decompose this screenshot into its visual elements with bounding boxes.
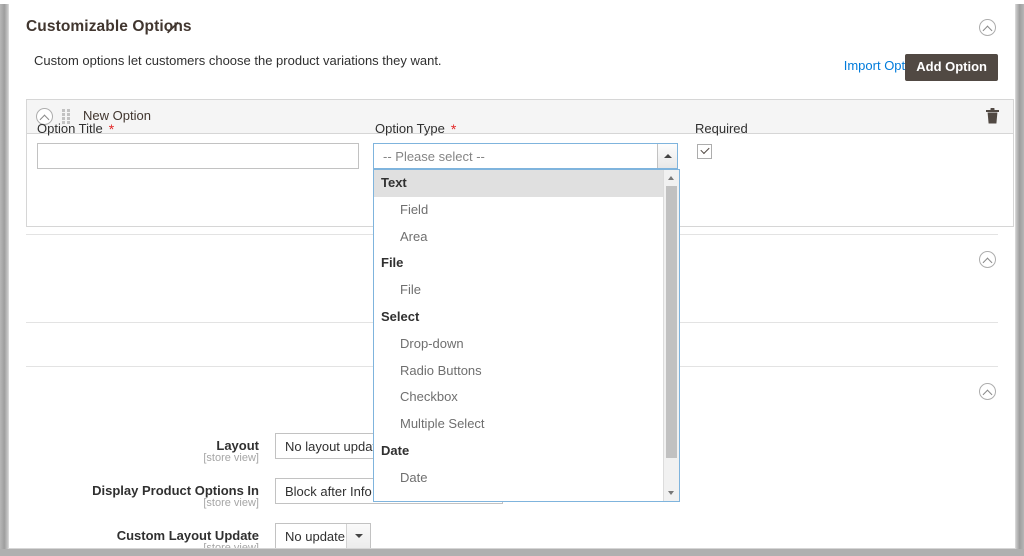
section-description: Custom options let customers choose the … [34, 53, 442, 68]
dropdown-option-drop-down[interactable]: Drop-down [374, 331, 663, 358]
option-title-label: Option Title * [37, 121, 114, 137]
custom-layout-update-label: Custom Layout Update [116, 528, 259, 543]
scrollbar-up-arrow-icon[interactable] [664, 170, 679, 185]
option-panel: New Option Option Title * Option Type * Re… [26, 99, 1014, 502]
dropdown-group-file: File [381, 255, 404, 271]
required-checkbox[interactable] [697, 144, 712, 159]
required-marker: * [450, 121, 457, 137]
collapsed-section-1-collapse-icon[interactable] [979, 251, 996, 268]
customizable-options-header: Customizable Options [9, 4, 1015, 51]
display-product-options-in-scope: [store view] [203, 497, 259, 509]
scrollbar-down-arrow-icon[interactable] [664, 486, 679, 501]
scrollbar-thumb[interactable] [666, 186, 677, 458]
required-marker: * [108, 121, 115, 137]
dropdown-group-text: Text [374, 170, 663, 197]
dropdown-scrollbar[interactable] [663, 170, 679, 501]
layout-label: Layout [216, 438, 259, 453]
custom-layout-update-scope: [store view] [203, 542, 259, 549]
browser-viewport: Customizable Options Custom options let … [0, 0, 1024, 556]
dropdown-option-file[interactable]: File [374, 277, 663, 304]
dropdown-option-radio-buttons[interactable]: Radio Buttons [374, 358, 663, 385]
window-right-edge [1016, 0, 1024, 556]
admin-content-page: Customizable Options Custom options let … [8, 4, 1016, 549]
chevron-down-icon[interactable] [346, 524, 370, 548]
trash-icon[interactable] [985, 107, 1000, 125]
option-title-label-text: Option Title [37, 121, 103, 136]
dropdown-option-area[interactable]: Area [374, 224, 663, 251]
custom-layout-update-select[interactable]: No update [275, 523, 371, 548]
window-bottom-edge [0, 549, 1024, 556]
option-type-label-text: Option Type [375, 121, 445, 136]
dropdown-option-multiple-select[interactable]: Multiple Select [374, 411, 663, 438]
dropdown-group-date: Date [381, 442, 410, 458]
custom-layout-update-value: No update [285, 529, 345, 544]
option-type-dropdown[interactable]: Text Field Area File File Select Drop-down Radi… [373, 169, 680, 502]
option-type-select[interactable]: -- Please select -- [373, 143, 678, 169]
display-product-options-in-label: Display Product Options In [92, 483, 259, 498]
section-collapse-icon[interactable] [979, 19, 996, 36]
collapsed-section-2-collapse-icon[interactable] [979, 383, 996, 400]
option-panel-header: New Option [27, 100, 1013, 134]
dropdown-group-select: Select [381, 308, 420, 324]
pencil-icon[interactable] [164, 18, 182, 36]
layout-scope: [store view] [203, 452, 259, 464]
dropdown-list: Text Field Area File File Select Drop-down Radi… [374, 170, 663, 501]
dropdown-option-date[interactable]: Date [374, 465, 663, 492]
dropdown-option-field[interactable]: Field [374, 197, 663, 224]
option-type-selected-value: -- Please select -- [383, 149, 485, 164]
chevron-up-icon[interactable] [657, 144, 677, 168]
required-label: Required [695, 121, 748, 136]
option-title-input[interactable] [37, 143, 359, 169]
option-type-select-wrapper: -- Please select -- Text Field Area File Fil… [373, 143, 680, 502]
dropdown-option-checkbox[interactable]: Checkbox [374, 384, 663, 411]
add-option-button[interactable]: Add Option [905, 54, 998, 82]
window-left-edge [0, 0, 8, 556]
option-type-label: Option Type * [375, 121, 456, 137]
